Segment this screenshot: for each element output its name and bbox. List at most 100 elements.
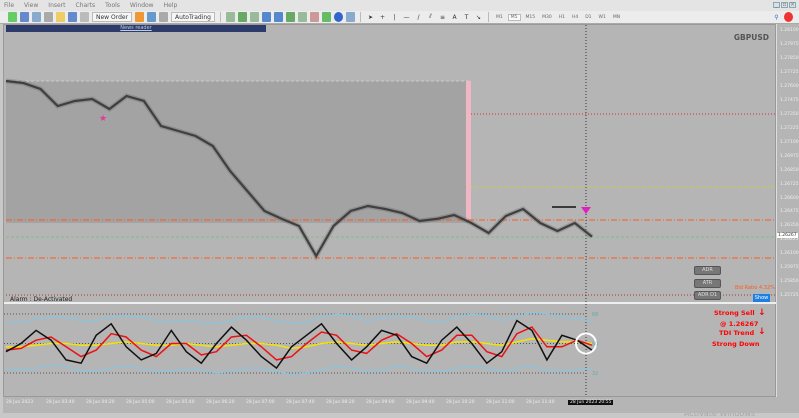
timeframe-d1[interactable]: D1	[583, 15, 593, 20]
timeframe-m1[interactable]: M1	[494, 15, 505, 20]
autotrading-button[interactable]: AutoTrading	[171, 12, 215, 22]
terminal-icon[interactable]	[68, 12, 77, 22]
timeframe-mn[interactable]: MN	[611, 15, 622, 20]
market-watch-icon[interactable]	[32, 12, 41, 22]
time-tick-label: 28 Jun 08:20	[326, 400, 355, 405]
show-label: Show	[754, 295, 769, 301]
restore-icon[interactable]: ▫	[781, 2, 788, 8]
timeframe-m15[interactable]: M15	[524, 15, 538, 20]
separator	[220, 12, 221, 22]
data-window-icon[interactable]	[44, 12, 53, 22]
current-time-label: 28 Jun 2023 20:55	[568, 400, 614, 405]
signal-strong-down: Strong Down	[712, 340, 760, 348]
time-tick-label: 28 Jun 07:00	[246, 400, 275, 405]
autoscroll-icon[interactable]	[310, 12, 319, 22]
chart-shift-icon[interactable]	[298, 12, 307, 22]
crosshair-icon[interactable]: +	[378, 12, 387, 22]
tile-windows-icon[interactable]	[286, 12, 295, 22]
zoom-in-icon[interactable]	[262, 12, 271, 22]
bar-chart-icon[interactable]	[226, 12, 235, 22]
news-reader-bar[interactable]: News reader	[6, 25, 266, 32]
signal-price: @ 1.26267	[720, 320, 759, 328]
timeframe-m30[interactable]: M30	[540, 15, 554, 20]
new-chart-icon[interactable]	[8, 12, 17, 22]
autotrading-label: AutoTrading	[175, 13, 211, 21]
symbol-label: GBPUSD	[733, 33, 769, 42]
text-label-icon[interactable]: T	[462, 12, 471, 22]
fibonacci-icon[interactable]: ≡	[438, 12, 447, 22]
periods-icon[interactable]	[334, 12, 343, 22]
signals-icon[interactable]	[147, 12, 157, 22]
toolbar: New Order AutoTrading ➤ + | — / ⫽ ≡ A T …	[0, 11, 799, 24]
navigator-icon[interactable]	[56, 12, 65, 22]
tdi-level-label-68: 68	[592, 312, 598, 318]
price-tick-label: 1.26475	[780, 209, 799, 215]
price-tick-label: 1.26600	[780, 195, 799, 201]
time-tick-label: 28 Jun 05:00	[126, 400, 155, 405]
timeframe-w1[interactable]: W1	[597, 15, 608, 20]
close-icon[interactable]: ×	[789, 2, 796, 8]
metaeditor-icon[interactable]	[135, 12, 145, 22]
new-order-button[interactable]: New Order	[92, 12, 133, 22]
options-icon[interactable]	[159, 12, 169, 22]
show-button[interactable]: Show	[753, 294, 770, 302]
time-tick-label: 28 Jun 06:20	[206, 400, 235, 405]
line-chart-icon[interactable]	[250, 12, 259, 22]
arrows-icon[interactable]: ↘	[474, 12, 483, 22]
adr-d1-button[interactable]: ADR D1	[694, 291, 721, 300]
notifications-icon[interactable]	[784, 12, 793, 22]
time-tick-label: 28 Jun 05:40	[166, 400, 195, 405]
price-tick-label: 1.27600	[780, 83, 799, 89]
vertical-line-icon[interactable]: |	[390, 12, 399, 22]
down-arrow-icon: ↓	[758, 327, 766, 337]
atr-button[interactable]: ATR	[694, 279, 721, 288]
menu-charts[interactable]: Charts	[76, 2, 96, 9]
separator	[360, 12, 361, 22]
price-tick-label: 1.27475	[780, 97, 799, 103]
tester-icon[interactable]	[80, 12, 89, 22]
menu-insert[interactable]: Insert	[48, 2, 65, 9]
menu-view[interactable]: View	[24, 2, 38, 9]
current-price-label: 1.26267	[777, 232, 798, 238]
trendline-icon[interactable]: /	[414, 12, 423, 22]
minimize-icon[interactable]: _	[773, 2, 780, 8]
text-icon[interactable]: A	[450, 12, 459, 22]
templates-icon[interactable]	[346, 12, 355, 22]
menu-file[interactable]: File	[4, 2, 14, 9]
price-tick-label: 1.28100	[780, 28, 799, 34]
profiles-icon[interactable]	[20, 12, 29, 22]
horizontal-line-icon[interactable]: —	[402, 12, 411, 22]
price-tick-label: 1.27350	[780, 111, 799, 117]
price-tick-label: 1.26975	[780, 153, 799, 159]
time-tick-label: 28 Jun 09:40	[406, 400, 435, 405]
tdi-level-label-32: 32	[592, 371, 598, 377]
price-tick-label: 1.26350	[780, 223, 799, 229]
timeframe-h1[interactable]: H1	[557, 15, 567, 20]
alarm-status: Alarm : De-Activated	[10, 296, 73, 303]
price-tick-label: 1.27850	[780, 56, 799, 62]
adr-button[interactable]: ADR	[694, 266, 721, 275]
price-tick-label: 1.27225	[780, 125, 799, 131]
price-chart[interactable]: ★ 68 50 32	[4, 25, 777, 398]
channel-icon[interactable]: ⫽	[426, 12, 435, 22]
time-axis[interactable]: 28 Jun 2023 28 Jun 03:40 28 Jun 04:20 28 Ju…	[3, 397, 799, 413]
price-tick-label: 1.27975	[780, 42, 799, 48]
time-tick-label: 28 Jun 09:00	[366, 400, 395, 405]
search-icon[interactable]: ⚲	[772, 12, 781, 22]
time-tick-label: 28 Jun 11:00	[486, 400, 515, 405]
timeframe-h4[interactable]: H4	[570, 15, 580, 20]
zoom-out-icon[interactable]	[274, 12, 283, 22]
signal-tdi-trend: TDI Trend	[719, 329, 755, 337]
price-scale[interactable]: 1.28100 1.27975 1.27850 1.27725 1.27600 1.274…	[776, 24, 799, 397]
price-tick-label: 1.26725	[780, 181, 799, 187]
cursor-icon[interactable]: ➤	[366, 12, 375, 22]
menu-help[interactable]: Help	[164, 2, 178, 9]
timeframe-m5[interactable]: M5	[507, 13, 521, 21]
candlestick-icon[interactable]	[238, 12, 247, 22]
chart-window[interactable]: ★ 68 50 32 News reader GBPUSD Alarm : De-Ac…	[3, 24, 777, 418]
menu-window[interactable]: Window	[130, 2, 154, 9]
menu-tools[interactable]: Tools	[105, 2, 120, 9]
indicators-icon[interactable]	[322, 12, 331, 22]
time-tick-label: 28 Jun 11:40	[526, 400, 555, 405]
atr-label: ATR	[702, 280, 713, 286]
